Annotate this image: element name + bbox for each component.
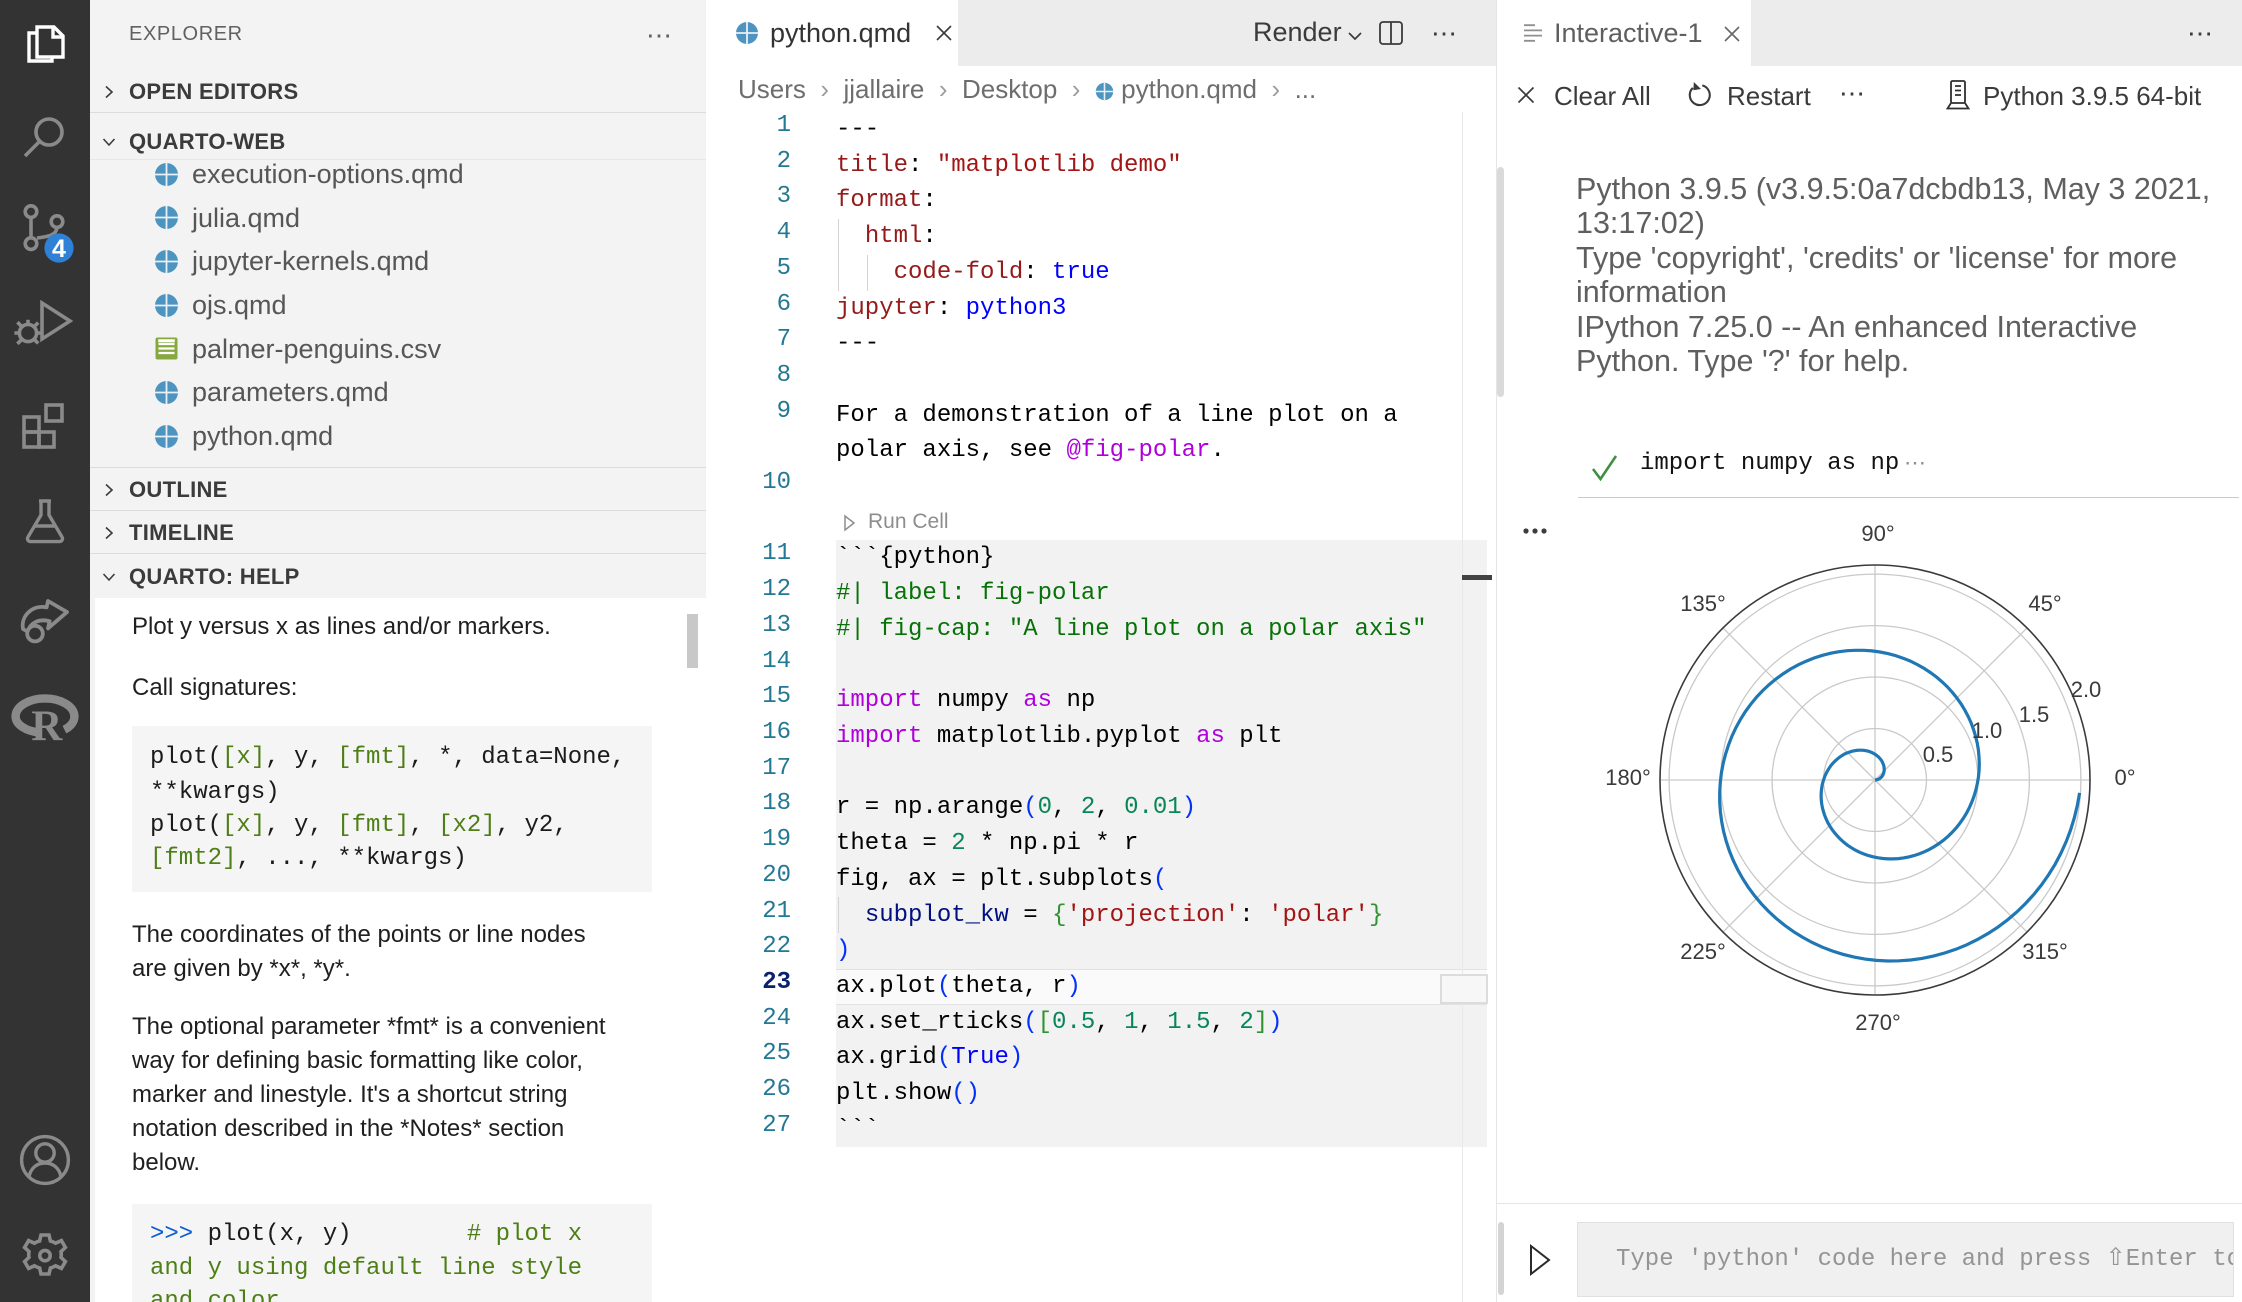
svg-text:1.5: 1.5 bbox=[2019, 702, 2050, 727]
svg-text:1.0: 1.0 bbox=[1972, 718, 2003, 743]
svg-text:45°: 45° bbox=[2028, 591, 2061, 616]
svg-text:R: R bbox=[31, 703, 63, 742]
svg-text:135°: 135° bbox=[1680, 591, 1726, 616]
svg-text:180°: 180° bbox=[1605, 765, 1651, 790]
svg-text:90°: 90° bbox=[1861, 521, 1894, 546]
svg-text:315°: 315° bbox=[2022, 939, 2068, 964]
svg-text:0.5: 0.5 bbox=[1923, 742, 1954, 767]
svg-text:0°: 0° bbox=[2114, 765, 2135, 790]
svg-text:4: 4 bbox=[52, 235, 66, 263]
svg-text:270°: 270° bbox=[1855, 1010, 1901, 1035]
svg-text:225°: 225° bbox=[1680, 939, 1726, 964]
svg-text:2.0: 2.0 bbox=[2071, 677, 2102, 702]
